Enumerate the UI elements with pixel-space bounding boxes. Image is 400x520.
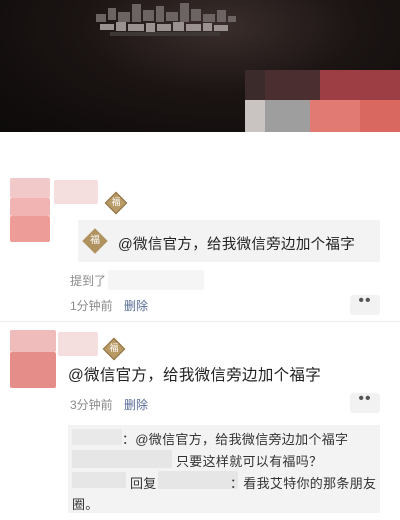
reply-label: 回复	[130, 476, 157, 491]
delete-link[interactable]: 删除	[124, 297, 148, 314]
commenter-name-blurred[interactable]	[72, 450, 172, 468]
post-time: 1分钟前	[70, 299, 113, 313]
post-text: @微信官方，给我微信旁边加个福字	[68, 367, 322, 384]
avatar	[10, 198, 50, 216]
comments-panel: ：@微信官方，给我微信旁边加个福字 只要这样就可以有福吗？ 回复 ：看我艾特你的…	[68, 425, 380, 513]
username-blurred[interactable]	[54, 180, 98, 204]
comment-text: ：看我艾特你的那条朋友	[230, 476, 377, 491]
fu-badge-icon: 福	[102, 337, 126, 361]
commenter-name-blurred[interactable]	[72, 429, 122, 445]
divider	[0, 321, 400, 322]
reply-target-blurred[interactable]	[158, 471, 238, 489]
quote-text: @微信官方，给我微信旁边加个福字	[118, 237, 356, 253]
post-time: 3分钟前	[70, 398, 113, 412]
fu-badge-icon: 福	[104, 191, 128, 215]
avatar[interactable]	[10, 178, 50, 198]
delete-link[interactable]: 删除	[124, 396, 148, 413]
comment-text: ：@微信官方，给我微信旁边加个福字	[122, 432, 349, 447]
comment-text: 只要这样就可以有福吗？	[176, 454, 323, 469]
avatar	[10, 216, 50, 242]
commenter-name-blurred[interactable]	[72, 472, 126, 488]
cover-image[interactable]	[0, 0, 400, 132]
more-options-button[interactable]: ••	[350, 391, 380, 413]
cover-art	[96, 3, 236, 36]
username-blurred[interactable]	[58, 332, 98, 356]
avatar	[10, 352, 56, 388]
mentioned-user-blurred[interactable]	[108, 270, 204, 290]
mention-label: 提到了	[70, 274, 107, 288]
comment-text: 圈。	[72, 497, 99, 512]
avatar[interactable]	[10, 330, 56, 352]
avatar-mosaic	[245, 70, 400, 132]
fu-quote-icon: 福	[82, 228, 108, 254]
more-options-button[interactable]: ••	[350, 293, 380, 315]
